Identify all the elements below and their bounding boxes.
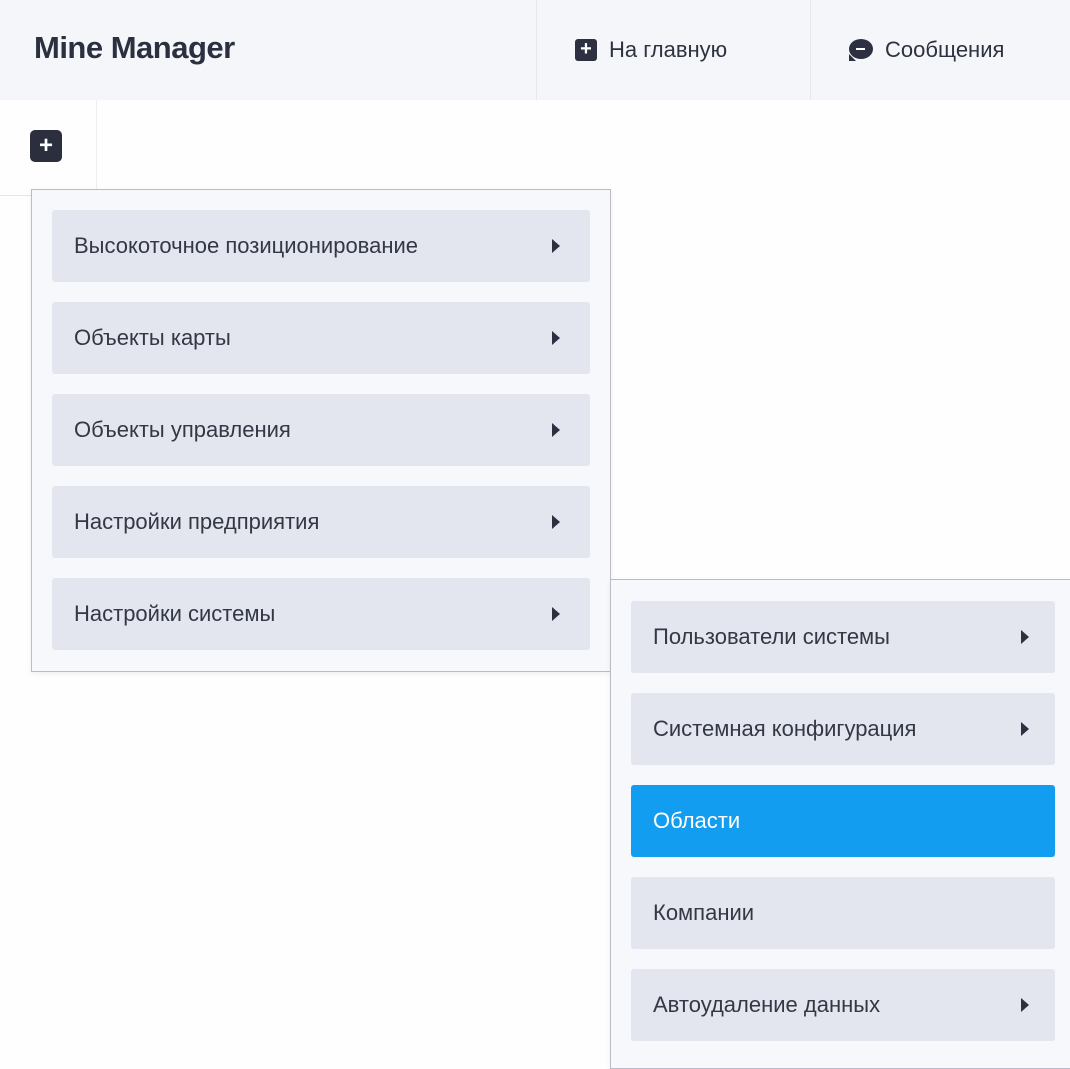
submenu-item-label: Компании [653,900,755,925]
nav-messages-label: Сообщения [885,37,1005,62]
menu-item-high-precision[interactable]: Высокоточное позиционирование [52,210,590,282]
submenu-item-system-config[interactable]: Системная конфигурация [631,693,1055,765]
caret-right-icon [552,331,560,345]
app-title[interactable]: Mine Manager [34,30,235,66]
system-settings-submenu: Пользователи системы Системная конфигура… [610,579,1070,1069]
add-button[interactable]: + [30,130,62,162]
plus-square-icon: + [575,39,597,61]
chat-bubble-icon [849,39,873,61]
caret-right-icon [1021,722,1029,736]
menu-item-label: Объекты управления [74,417,291,442]
caret-right-icon [552,423,560,437]
submenu-item-label: Системная конфигурация [653,716,917,741]
nav-home-link[interactable]: + На главную [536,0,810,100]
submenu-item-areas[interactable]: Области [631,785,1055,857]
caret-right-icon [1021,998,1029,1012]
menu-item-system-settings[interactable]: Настройки системы [52,578,590,650]
menu-item-map-objects[interactable]: Объекты карты [52,302,590,374]
caret-right-icon [552,515,560,529]
submenu-item-auto-delete[interactable]: Автоудаление данных [631,969,1055,1041]
caret-right-icon [552,607,560,621]
menu-item-label: Настройки предприятия [74,509,320,534]
menu-item-label: Объекты карты [74,325,231,350]
main-dropdown-menu: Высокоточное позиционирование Объекты ка… [31,189,611,672]
submenu-item-system-users[interactable]: Пользователи системы [631,601,1055,673]
caret-right-icon [552,239,560,253]
submenu-item-label: Автоудаление данных [653,992,881,1017]
menu-item-control-objects[interactable]: Объекты управления [52,394,590,466]
submenu-item-label: Области [653,808,741,833]
submenu-item-companies[interactable]: Компании [631,877,1055,949]
top-bar: Mine Manager + На главную Сообщения [0,0,1070,100]
caret-right-icon [1021,630,1029,644]
submenu-item-label: Пользователи системы [653,624,890,649]
menu-item-label: Настройки системы [74,601,276,626]
nav-messages-link[interactable]: Сообщения [810,0,1070,100]
menu-item-enterprise-settings[interactable]: Настройки предприятия [52,486,590,558]
nav-home-label: На главную [609,37,728,62]
menu-item-label: Высокоточное позиционирование [74,233,419,258]
